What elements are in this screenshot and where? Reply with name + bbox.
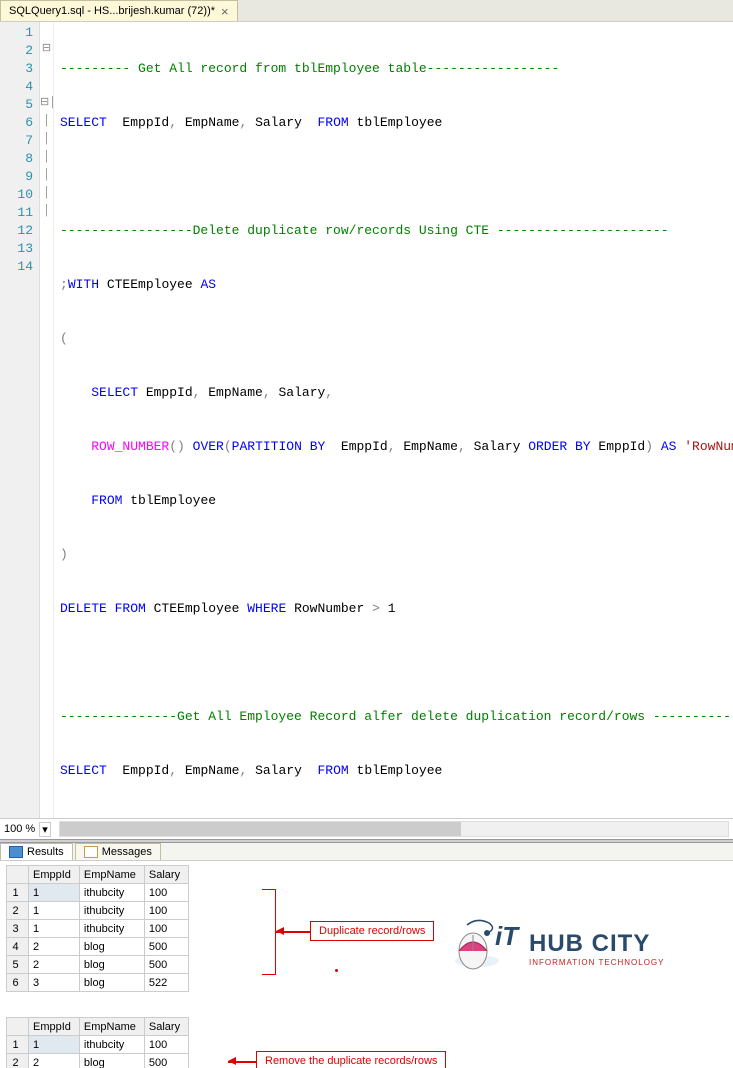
bracket-icon <box>262 889 276 975</box>
table-row[interactable]: 63blog522 <box>7 974 189 992</box>
zoom-bar: 100 % ▾ <box>0 818 733 839</box>
group-duplicates-2: 42blog500 52blog500 <box>7 938 189 974</box>
message-icon <box>84 846 98 858</box>
group-duplicates-1: 11ithubcity100 21ithubcity100 31ithubcit… <box>7 884 189 938</box>
table-row[interactable]: 21ithubcity100 <box>7 902 189 920</box>
table-row[interactable]: 52blog500 <box>7 956 189 974</box>
mouse-icon <box>447 915 507 975</box>
arrow-head-icon <box>276 927 284 935</box>
dot-icon <box>335 969 338 972</box>
col-empname[interactable]: EmpName <box>79 866 144 884</box>
horizontal-scrollbar[interactable] <box>59 821 729 837</box>
col-emppid[interactable]: EmppId <box>29 1018 80 1036</box>
zoom-dropdown[interactable]: ▾ <box>39 822 51 837</box>
arrow-head-icon <box>228 1057 236 1065</box>
logo-sub: INFORMATION TECHNOLOGY <box>529 958 665 967</box>
code-editor[interactable]: 1234567891011121314 ⊟⊟│││││││ --------- … <box>0 22 733 818</box>
tab-results-label: Results <box>27 846 64 858</box>
callout-removed: Remove the duplicate records/rows <box>256 1051 446 1068</box>
header-row: EmppId EmpName Salary <box>7 1018 189 1036</box>
scroll-thumb[interactable] <box>60 822 461 836</box>
logo-main: HUB CITY <box>529 930 665 958</box>
callout-duplicate: Duplicate record/rows <box>310 921 434 941</box>
col-salary[interactable]: Salary <box>144 866 188 884</box>
table-row[interactable]: 22blog500 <box>7 1054 189 1068</box>
line-gutter: 1234567891011121314 <box>0 22 40 818</box>
table-row[interactable]: 42blog500 <box>7 938 189 956</box>
table-row[interactable]: 11ithubcity100 <box>7 1036 189 1054</box>
header-row: EmppId EmpName Salary <box>7 866 189 884</box>
col-salary[interactable]: Salary <box>144 1018 188 1036</box>
results-grid-2[interactable]: EmppId EmpName Salary 11ithubcity100 22b… <box>6 1017 189 1068</box>
zoom-level: 100 % <box>4 823 35 835</box>
results-pane: EmppId EmpName Salary 11ithubcity100 21i… <box>0 861 733 1068</box>
file-tab[interactable]: SQLQuery1.sql - HS...brijesh.kumar (72))… <box>0 0 238 21</box>
tab-title: SQLQuery1.sql - HS...brijesh.kumar (72))… <box>9 5 215 17</box>
tab-messages-label: Messages <box>102 846 152 858</box>
results-tab-bar: Results Messages <box>0 843 733 861</box>
code-area[interactable]: --------- Get All record from tblEmploye… <box>54 22 733 818</box>
col-emppid[interactable]: EmppId <box>29 866 80 884</box>
table-row[interactable]: 11ithubcity100 <box>7 884 189 902</box>
col-empname[interactable]: EmpName <box>79 1018 144 1036</box>
logo: iT HUB CITY INFORMATION TECHNOLOGY <box>495 921 715 981</box>
tab-messages[interactable]: Messages <box>75 843 161 860</box>
tab-bar: SQLQuery1.sql - HS...brijesh.kumar (72))… <box>0 0 733 22</box>
results-grid-1[interactable]: EmppId EmpName Salary 11ithubcity100 21i… <box>6 865 189 992</box>
table-row[interactable]: 31ithubcity100 <box>7 920 189 938</box>
close-icon[interactable]: × <box>221 4 229 19</box>
tab-results[interactable]: Results <box>0 843 73 860</box>
grid-icon <box>9 846 23 858</box>
fold-gutter: ⊟⊟│││││││ <box>40 22 54 818</box>
